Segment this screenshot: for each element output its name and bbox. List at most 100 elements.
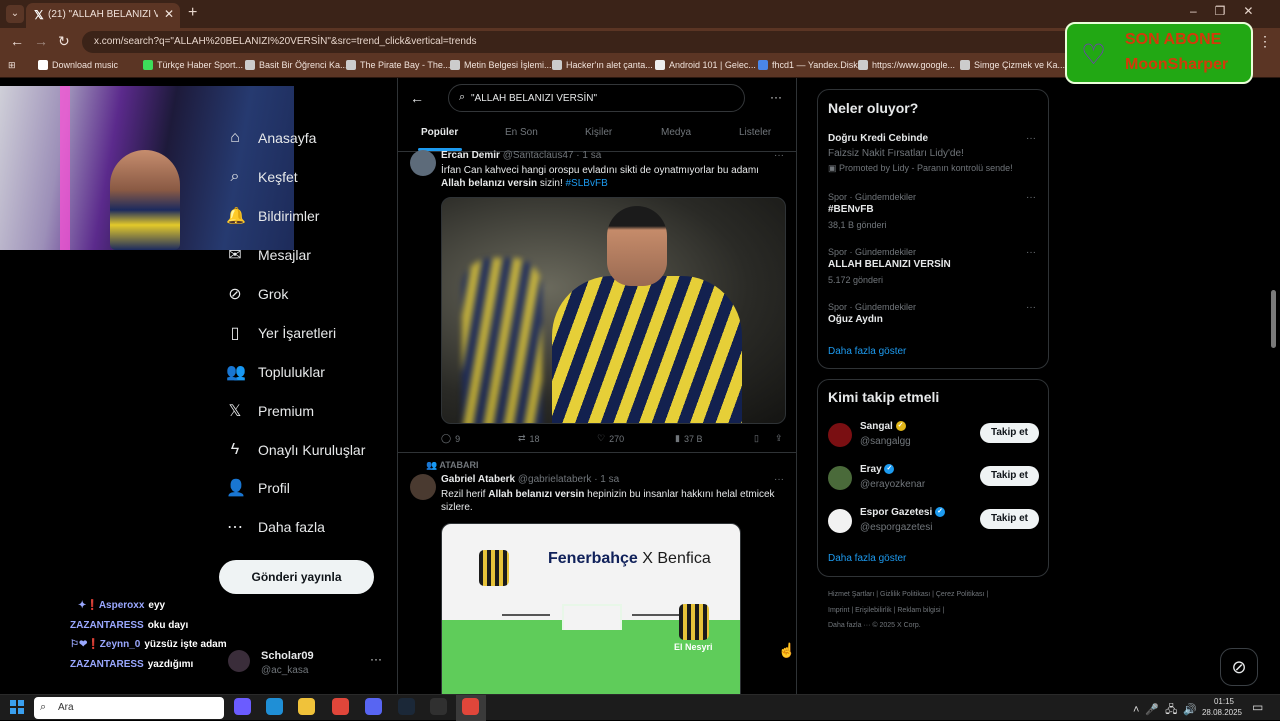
tweet-author[interactable]: Ercan Demir @Santaclaus47 · 1 sa [441,150,601,161]
sidebar-item-3[interactable]: ✉ Mesajlar [226,242,311,268]
scrollbar[interactable] [1271,290,1276,348]
clock-date[interactable]: 28.08.2025 [1200,708,1244,717]
follow-show-more[interactable]: Daha fazla göster [828,553,906,564]
back-arrow-icon[interactable]: ← [410,90,424,106]
sidebar-item-7[interactable]: 𝕏 Premium [226,398,314,424]
avatar[interactable] [228,650,250,672]
discord-icon[interactable] [365,698,382,715]
forward-icon[interactable]: → [34,33,48,49]
avatar[interactable] [828,466,852,490]
bookmark-item[interactable]: Hacker'ın alet çanta... [552,60,653,70]
browser-tab-active[interactable]: 𝕏 (21) "ALLAH BELANIZI VERSİN" ✕ [26,3,180,28]
edge-icon[interactable] [266,698,283,715]
avatar[interactable] [410,150,436,176]
new-tab-button[interactable]: + [188,4,197,22]
bookmark-item[interactable]: fhcd1 — Yandex.Disk [758,60,858,70]
tab-latest[interactable]: En Son [505,127,538,138]
windows-start-icon[interactable] [10,700,24,714]
tab-lists[interactable]: Listeler [739,127,771,138]
url-input[interactable]: x.com/search?q="ALLAH%20BELANIZI%20VERSİ… [82,31,1082,53]
sidebar-item-1[interactable]: ⌕ Keşfet [226,164,298,190]
trend-more-icon[interactable]: ··· [1026,133,1036,144]
trend-name[interactable]: #BENvFB [828,204,874,215]
copilot-icon[interactable] [234,698,251,715]
tab-search-button[interactable]: ⌄ [6,5,24,23]
promo-title[interactable]: Doğru Kredi Cebinde [828,133,928,144]
follow-button[interactable]: Takip et [980,509,1039,529]
tab-close-icon[interactable]: ✕ [164,7,174,21]
reply-button[interactable]: ◯ 9 [441,433,460,444]
follow-name[interactable]: Sangal ✓ [860,421,906,432]
bookmark-item[interactable]: Download music [38,60,118,70]
search-more-icon[interactable]: ··· [770,90,782,104]
trends-show-more[interactable]: Daha fazla göster [828,346,906,357]
footer-links[interactable]: Daha fazla ··· © 2025 X Corp. [828,622,921,629]
footer-links[interactable]: Imprint | Erişilebilirlik | Reklam bilgi… [828,607,944,614]
tab-people[interactable]: Kişiler [585,127,612,138]
back-icon[interactable]: ← [10,33,24,49]
subscriber-label: SON ABONE [1125,31,1222,48]
trend-name[interactable]: Oğuz Aydın [828,314,883,325]
verified-icon: ✓ [935,507,946,518]
footer-links[interactable]: Hizmet Şartları | Gizlilik Politikası | … [828,591,988,598]
chrome-icon[interactable] [332,698,349,715]
sidebar-item-4[interactable]: ⊘ Grok [226,281,288,307]
follow-name[interactable]: Espor Gazetesi ✓ [860,507,946,518]
explorer-icon[interactable] [298,698,315,715]
sidebar-item-6[interactable]: 👥 Topluluklar [226,359,325,385]
trend-more-icon[interactable]: ··· [1026,302,1036,313]
trend-more-icon[interactable]: ··· [1026,247,1036,258]
tab-title: (21) "ALLAH BELANIZI VERSİN" [48,9,158,20]
sidebar-item-10[interactable]: ⋯ Daha fazla [226,514,325,540]
tab-popular[interactable]: Popüler [421,127,458,138]
search-input[interactable]: ⌕ "ALLAH BELANIZI VERSİN" [448,84,745,112]
bookmark-item[interactable]: https://www.google... [858,60,955,70]
sidebar-item-8[interactable]: ϟ Onaylı Kuruluşlar [226,437,366,463]
tweet-image[interactable] [441,197,786,424]
clock-time[interactable]: 01:15 [1206,697,1242,706]
sidebar-item-2[interactable]: 🔔 Bildirimler [226,203,319,229]
account-more-icon[interactable]: ··· [370,652,382,666]
bookmark-item[interactable]: Basit Bir Öğrenci Ka... [245,60,348,70]
avatar[interactable] [828,509,852,533]
reload-icon[interactable]: ↻ [58,33,70,50]
bookmark-item[interactable]: Android 101 | Gelec... [655,60,756,70]
retweet-button[interactable]: ⇄ 18 [518,433,540,444]
bookmark-icon[interactable]: ▯ [754,433,759,444]
steam-icon[interactable] [398,698,415,715]
notification-icon[interactable]: ▭ [1252,700,1263,714]
sidebar-item-5[interactable]: ▯ Yer İşaretleri [226,320,336,346]
grok-fab-icon[interactable]: ⊘ [1220,648,1258,686]
tweet-author[interactable]: Gabriel Ataberk @gabrielataberk · 1 sa [441,474,619,485]
tab-media[interactable]: Medya [661,127,691,138]
bookmark-item[interactable]: The Pirate Bay - The... [346,60,450,70]
avatar[interactable] [410,474,436,500]
follow-name[interactable]: Eray ✓ [860,464,895,475]
follow-button[interactable]: Takip et [980,423,1039,443]
like-button[interactable]: ♡ 270 [597,433,624,444]
avatar[interactable] [828,423,852,447]
sidebar-item-9[interactable]: 👤 Profil [226,475,290,501]
tweet-more-icon[interactable]: ··· [774,150,784,161]
views-button[interactable]: ▮ 37 B [675,433,702,444]
window-controls[interactable]: –❐✕ [1190,4,1272,18]
sidebar-item-0[interactable]: ⌂ Anasayfa [226,125,316,151]
bookmark-item[interactable]: Metin Belgesi İşlemi... [450,60,552,70]
browser-menu-icon[interactable]: ⋮ [1258,33,1272,50]
follow-button[interactable]: Takip et [980,466,1039,486]
system-tray[interactable]: ˄🎤🖧🔊 [1133,701,1203,720]
trend-more-icon[interactable]: ··· [1026,192,1036,203]
account-name[interactable]: Scholar09 [261,650,314,662]
bookmark-item[interactable]: Simge Çizmek ve Ka... [960,60,1065,70]
share-icon[interactable]: ⇪ [775,433,783,444]
obs-icon[interactable] [430,698,447,715]
taskbar-search[interactable]: ⌕ Ara [34,697,224,719]
chrome-active-icon[interactable] [462,698,479,715]
tweet-more-icon[interactable]: ··· [774,474,784,485]
apps-icon[interactable]: ⊞ [8,60,16,71]
search-icon: ⌕ [459,91,466,103]
tweet-image[interactable]: Fenerbahçe X Benfica El Nesyri [441,523,741,694]
bookmark-item[interactable]: Türkçe Haber Sport... [143,60,243,70]
post-button[interactable]: Gönderi yayınla [219,560,374,594]
trend-name[interactable]: ALLAH BELANIZI VERSİN [828,259,951,270]
